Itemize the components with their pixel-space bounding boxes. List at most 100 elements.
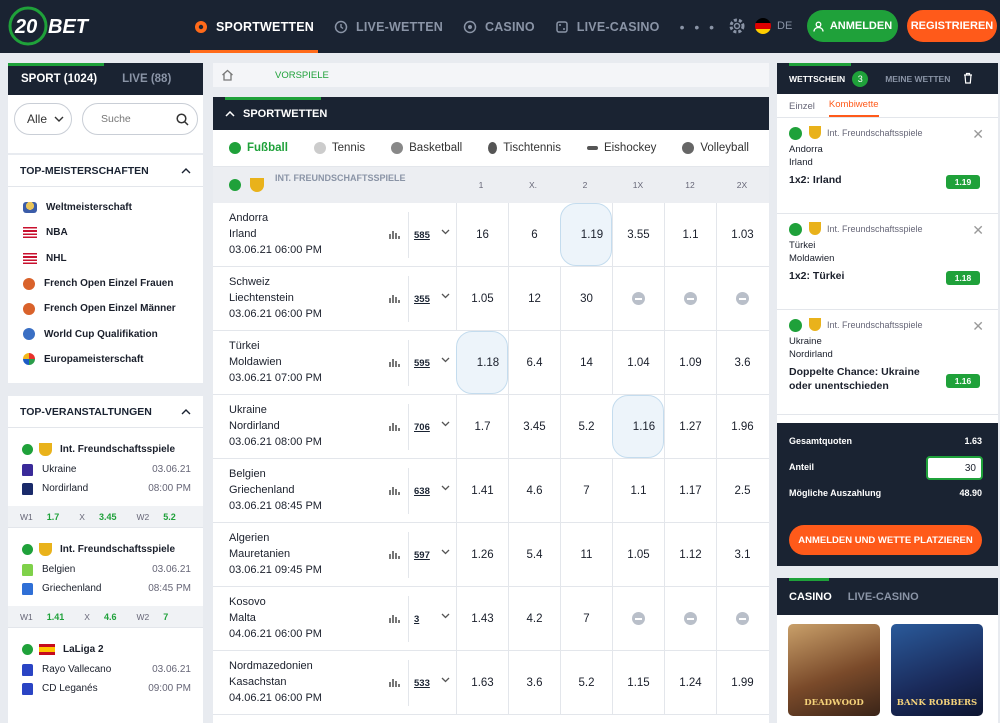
home-team[interactable]: Ukraine [229, 404, 267, 416]
home-team[interactable]: Belgien [229, 468, 266, 480]
chevron-down-icon[interactable] [441, 421, 450, 427]
top-event[interactable]: Int. Freundschaftsspiele Ukraine 03.06.21… [8, 428, 203, 528]
home-icon[interactable] [213, 69, 241, 81]
odds-cell[interactable]: 6 [508, 203, 560, 266]
odds-cell[interactable]: 1.1 [664, 203, 716, 266]
odds-cell[interactable]: 1.24 [664, 651, 716, 714]
bet-slip-item[interactable]: Int. Freundschaftsspiele ✕ Andorra Irlan… [777, 118, 998, 214]
championship-weltmeisterschaft[interactable]: Weltmeisterschaft [8, 195, 203, 220]
odd-w2[interactable]: 7 [163, 612, 168, 622]
odds-cell[interactable]: 1.17 [664, 459, 716, 522]
odds-cell[interactable] [664, 587, 716, 650]
remove-bet-button[interactable]: ✕ [972, 222, 984, 239]
tab-fussball[interactable]: Fußball [229, 142, 288, 154]
top-event[interactable]: Int. Freundschaftsspiele Belgien 03.06.21… [8, 528, 203, 628]
odds-cell[interactable]: 7 [560, 459, 612, 522]
home-team[interactable]: Türkei [229, 340, 260, 352]
odds-cell[interactable] [716, 587, 768, 650]
odds-cell[interactable]: 1.1 [612, 459, 664, 522]
championship-europameisterschaft[interactable]: Europameisterschaft [8, 347, 203, 372]
match-row[interactable]: Türkei Moldawien 03.06.21 07:00 PM 595 1.18 6… [213, 331, 769, 395]
away-team[interactable]: Nordirland [229, 420, 280, 432]
tab-tennis[interactable]: Tennis [313, 142, 365, 154]
odds-cell[interactable]: 4.6 [508, 459, 560, 522]
odds-cell[interactable]: 3.6 [508, 651, 560, 714]
statistics-icon[interactable] [389, 549, 400, 559]
nav-casino[interactable]: CASINO [463, 0, 535, 53]
away-team[interactable]: Liechtenstein [229, 292, 294, 304]
odds-cell[interactable]: 3.1 [716, 523, 768, 586]
more-markets-count[interactable]: 3 [414, 614, 419, 625]
tab-volleyball[interactable]: Volleyball [682, 142, 749, 154]
odds-cell[interactable]: 1.63 [456, 651, 508, 714]
odds-cell[interactable]: 5.2 [560, 651, 612, 714]
sport-filter-select[interactable]: Alle [14, 103, 72, 135]
bet-slip-item[interactable]: Int. Freundschaftsspiele ✕ Ukraine Nordi… [777, 310, 998, 415]
more-markets-count[interactable]: 355 [414, 294, 430, 305]
tab-live[interactable]: LIVE (88) [122, 73, 171, 85]
odds-cell[interactable] [612, 267, 664, 330]
top-event[interactable]: LaLiga 2 Rayo Vallecano 03.06.21 CD Legan… [8, 628, 203, 698]
home-team[interactable]: Kosovo [229, 596, 266, 608]
odds-cell[interactable]: 1.96 [716, 395, 768, 458]
odds-cell[interactable]: 5.4 [508, 523, 560, 586]
chevron-down-icon[interactable] [441, 549, 450, 555]
more-markets-count[interactable]: 706 [414, 422, 430, 433]
tab-sport[interactable]: SPORT (1024) [8, 73, 97, 85]
odds-cell[interactable] [612, 587, 664, 650]
odds-cell[interactable]: 3.55 [612, 203, 664, 266]
odds-cell[interactable]: 1.41 [456, 459, 508, 522]
match-row[interactable]: Schweiz Liechtenstein 03.06.21 06:00 PM 355… [213, 267, 769, 331]
odds-cell[interactable]: 1.03 [716, 203, 768, 266]
statistics-icon[interactable] [389, 293, 400, 303]
tab-casino[interactable]: CASINO [789, 591, 832, 603]
match-row[interactable]: Ukraine Nordirland 03.06.21 08:00 PM 706 1.7… [213, 395, 769, 459]
place-bet-button[interactable]: ANMELDEN UND WETTE PLATZIEREN [789, 525, 982, 555]
login-button[interactable]: ANMELDEN [807, 10, 898, 42]
home-team[interactable]: Nordmazedonien [229, 660, 313, 672]
home-team[interactable]: Andorra [229, 212, 268, 224]
chevron-down-icon[interactable] [441, 485, 450, 491]
odds-cell[interactable]: 3.45 [508, 395, 560, 458]
odds-cell[interactable]: 1.05 [456, 267, 508, 330]
odds-cell[interactable]: 5.2 [560, 395, 612, 458]
remove-bet-button[interactable]: ✕ [972, 318, 984, 335]
tab-live-casino[interactable]: LIVE-CASINO [848, 591, 919, 603]
odd-w2[interactable]: 5.2 [163, 512, 176, 522]
statistics-icon[interactable] [389, 613, 400, 623]
nav-live-wetten[interactable]: LIVE-WETTEN [334, 0, 443, 53]
odd-x[interactable]: 3.45 [99, 512, 117, 522]
away-team[interactable]: Kasachstan [229, 676, 286, 688]
match-row[interactable]: Belgien Griechenland 03.06.21 08:45 PM 638 1… [213, 459, 769, 523]
match-row[interactable]: Kosovo Malta 04.06.21 06:00 PM 3 1.43 4.2 7 [213, 587, 769, 651]
match-row[interactable]: Nordmazedonien Kasachstan 04.06.21 06:00 P… [213, 651, 769, 715]
odds-cell[interactable]: 3.6 [716, 331, 768, 394]
tab-einzel[interactable]: Einzel [789, 101, 815, 117]
bet-slip-title[interactable]: WETTSCHEIN [789, 74, 845, 84]
home-team[interactable]: Algerien [229, 532, 269, 544]
more-menu-button[interactable]: • • • [680, 19, 717, 35]
odds-cell[interactable]: 1.19 [560, 203, 612, 266]
odd-x[interactable]: 4.6 [104, 612, 117, 622]
away-team[interactable]: Griechenland [229, 484, 294, 496]
chevron-down-icon[interactable] [441, 229, 450, 235]
match-row[interactable]: Andorra Irland 03.06.21 06:00 PM 585 16 6 1.19… [213, 203, 769, 267]
top-championships-header[interactable]: TOP-MEISTERSCHAFTEN [8, 155, 203, 187]
odds-cell[interactable]: 1.16 [612, 395, 664, 458]
breadcrumb-current[interactable]: VORSPIELE [275, 70, 329, 81]
odd-w1[interactable]: 1.41 [47, 612, 65, 622]
championship-nba[interactable]: NBA [8, 220, 203, 245]
tab-eishockey[interactable]: Eishockey [586, 142, 656, 154]
odds-cell[interactable]: 7 [560, 587, 612, 650]
away-team[interactable]: Malta [229, 612, 256, 624]
odds-cell[interactable]: 1.27 [664, 395, 716, 458]
away-team[interactable]: Mauretanien [229, 548, 290, 560]
home-team[interactable]: Schweiz [229, 276, 270, 288]
nav-sportwetten[interactable]: SPORTWETTEN [189, 0, 319, 53]
more-markets-count[interactable]: 597 [414, 550, 430, 561]
championship-french-open-maenner[interactable]: French Open Einzel Männer [8, 296, 203, 321]
statistics-icon[interactable] [389, 677, 400, 687]
chevron-down-icon[interactable] [441, 293, 450, 299]
statistics-icon[interactable] [389, 421, 400, 431]
sportwetten-header[interactable]: SPORTWETTEN [213, 97, 769, 130]
